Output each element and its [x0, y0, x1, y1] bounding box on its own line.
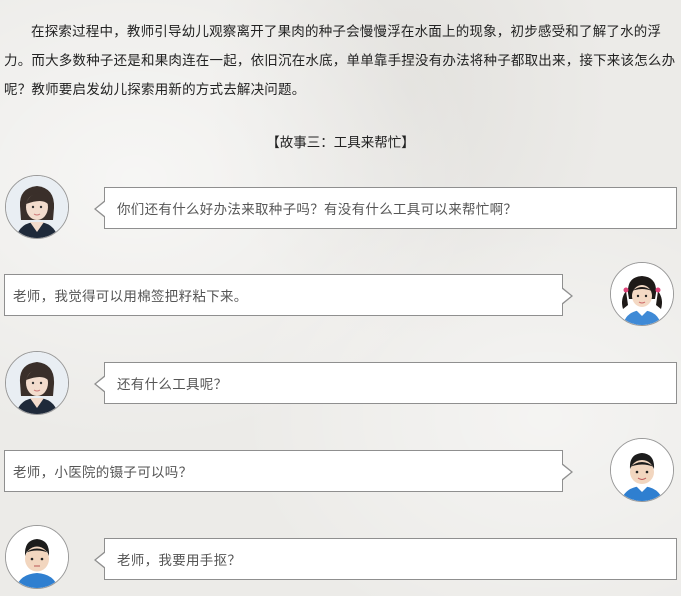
teacher-speech-bubble: 你们还有什么好办法来取种子吗？有没有什么工具可以来帮忙啊？ — [94, 187, 677, 229]
speech-text: 还有什么工具呢？ — [117, 377, 228, 393]
teacher-speech-bubble: 还有什么工具呢？ — [94, 362, 677, 404]
speech-text: 老师，小医院的镊子可以吗？ — [13, 465, 193, 481]
child-speech-bubble: 老师，我要用手抠？ — [94, 538, 677, 580]
teacher-avatar — [5, 351, 69, 415]
section-title: 【故事三：工具来帮忙】 — [266, 135, 415, 151]
boy-avatar — [5, 525, 69, 589]
teacher-avatar — [5, 175, 69, 239]
speech-text: 老师，我觉得可以用棉签把籽粘下来。 — [13, 289, 248, 305]
speech-text: 老师，我要用手抠？ — [117, 553, 242, 569]
boy-avatar — [610, 438, 674, 502]
intro-paragraph: 在探索过程中，教师引导幼儿观察离开了果肉的种子会慢慢浮在水面上的现象，初步感受和… — [4, 24, 676, 98]
speech-text: 你们还有什么好办法来取种子吗？有没有什么工具可以来帮忙啊？ — [117, 202, 518, 218]
child-speech-bubble: 老师，我觉得可以用棉签把籽粘下来。 — [4, 274, 573, 316]
girl-avatar — [610, 262, 674, 326]
child-speech-bubble: 老师，小医院的镊子可以吗？ — [4, 450, 573, 492]
